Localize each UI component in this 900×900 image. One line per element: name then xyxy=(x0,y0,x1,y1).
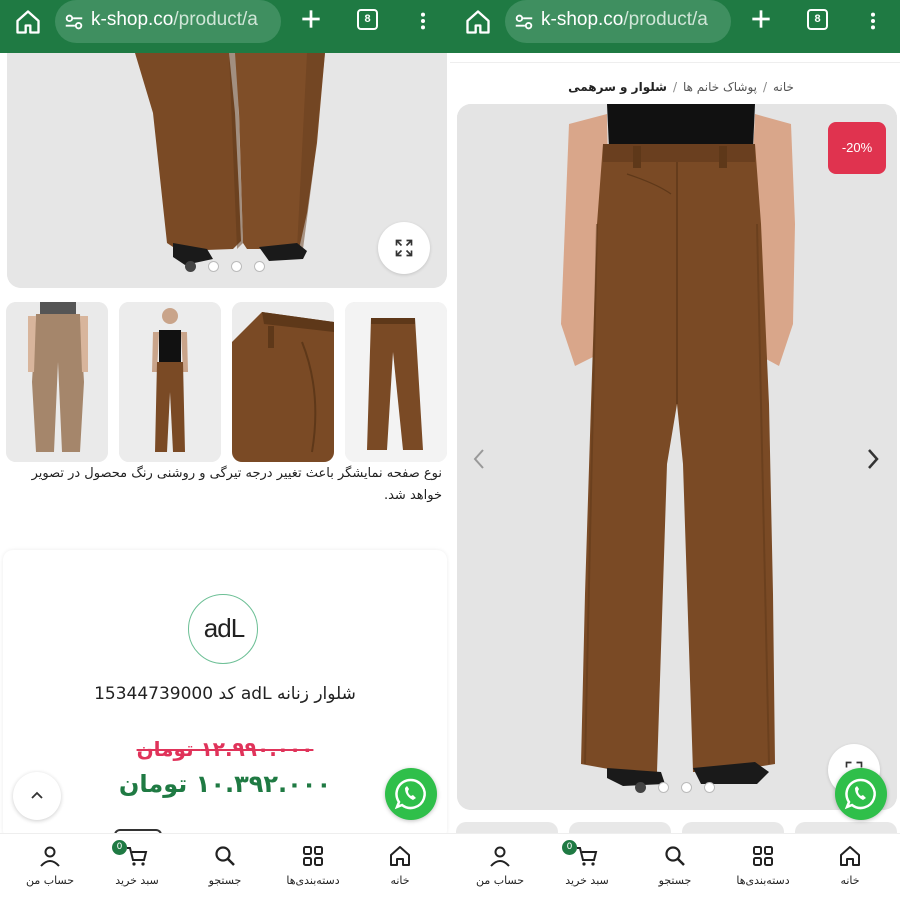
color-disclaimer-text: نوع صفحه نمایشگر باعث تغییر درجه تیرگی و… xyxy=(31,466,442,503)
browser-toolbar: k-shop.co/product/a 8 xyxy=(0,0,450,53)
user-icon xyxy=(490,846,510,867)
grid-icon xyxy=(303,846,323,866)
nav-categories[interactable]: دسته‌بندی‌ها xyxy=(268,834,358,900)
carousel-dot[interactable] xyxy=(231,261,242,272)
tab-switcher-button[interactable]: 8 xyxy=(357,9,378,30)
carousel-dot[interactable] xyxy=(681,782,692,793)
home-icon xyxy=(840,846,860,866)
tab-switcher-button[interactable]: 8 xyxy=(807,9,828,30)
cart-icon xyxy=(127,847,148,866)
whatsapp-button[interactable] xyxy=(835,768,887,820)
site-settings-icon[interactable] xyxy=(63,11,85,33)
more-menu-icon[interactable] xyxy=(412,8,434,34)
carousel-dots xyxy=(635,782,725,794)
carousel-dots xyxy=(185,261,275,273)
address-bar[interactable]: k-shop.co/product/a xyxy=(55,0,281,43)
breadcrumb-home[interactable]: خانه xyxy=(773,80,794,94)
thumbnail-image xyxy=(345,302,447,462)
home-icon[interactable] xyxy=(464,8,492,36)
product-main-image[interactable] xyxy=(7,53,447,288)
thumbnail[interactable] xyxy=(232,302,334,462)
user-icon xyxy=(40,846,60,867)
cart-count-badge: 0 xyxy=(562,840,577,855)
chevron-right-icon[interactable] xyxy=(863,444,883,474)
chevron-left-icon[interactable] xyxy=(469,444,489,474)
product-gallery[interactable]: -20% xyxy=(457,104,897,810)
right-screen: k-shop.co/product/a 8 خانه/پوشاک خانم ها… xyxy=(450,0,900,900)
nav-cart[interactable]: 0 سبد خرید xyxy=(92,834,182,900)
url-text: k-shop.co/product/a xyxy=(91,9,258,30)
breadcrumb: خانه/پوشاک خانم ها/شلوار و سرهمی xyxy=(568,80,794,94)
address-bar[interactable]: k-shop.co/product/a xyxy=(505,0,731,43)
home-icon[interactable] xyxy=(14,8,42,36)
carousel-dot[interactable] xyxy=(658,782,669,793)
carousel-dot[interactable] xyxy=(635,782,646,793)
search-icon xyxy=(665,846,685,866)
cart-count-badge: 0 xyxy=(112,840,127,855)
browser-toolbar: k-shop.co/product/a 8 xyxy=(450,0,900,53)
bottom-nav: حساب من 0 سبد خرید جستجو دسته‌بندی‌ها خا… xyxy=(0,833,450,900)
scroll-to-top-button[interactable] xyxy=(13,772,61,820)
home-icon xyxy=(390,846,410,866)
header-strip xyxy=(450,53,900,63)
zoom-button[interactable] xyxy=(378,222,430,274)
nav-categories[interactable]: دسته‌بندی‌ها xyxy=(718,834,808,900)
nav-home[interactable]: خانه xyxy=(355,834,445,900)
more-menu-icon[interactable] xyxy=(862,8,884,34)
new-tab-icon[interactable] xyxy=(748,6,774,32)
new-price: ۱۰.۳۹۲.۰۰۰ تومان xyxy=(118,770,332,798)
grid-icon xyxy=(753,846,773,866)
whatsapp-icon xyxy=(394,778,426,810)
nav-home[interactable]: خانه xyxy=(805,834,895,900)
site-settings-icon[interactable] xyxy=(513,11,535,33)
chevron-up-icon xyxy=(31,791,43,799)
breadcrumb-category[interactable]: پوشاک خانم ها xyxy=(683,80,757,94)
thumbnail-image xyxy=(232,302,334,462)
thumbnail[interactable] xyxy=(345,302,447,462)
nav-search[interactable]: جستجو xyxy=(630,834,720,900)
thumbnail[interactable] xyxy=(119,302,221,462)
whatsapp-icon xyxy=(844,778,876,810)
breadcrumb-current: شلوار و سرهمی xyxy=(568,80,667,94)
nav-cart[interactable]: 0 سبد خرید xyxy=(542,834,632,900)
left-screen: k-shop.co/product/a 8 نوع صفحه نمایشگر ب… xyxy=(0,0,450,900)
discount-badge: -20% xyxy=(828,122,886,174)
old-price: ۱۲.۹۹۰.۰۰۰ تومان xyxy=(136,737,314,761)
carousel-dot[interactable] xyxy=(704,782,715,793)
product-title: شلوار زنانه adL کد 15344739000 xyxy=(94,684,356,704)
thumbnail-image xyxy=(119,302,221,462)
nav-search[interactable]: جستجو xyxy=(180,834,270,900)
url-text: k-shop.co/product/a xyxy=(541,9,708,30)
new-tab-icon[interactable] xyxy=(298,6,324,32)
expand-icon xyxy=(395,239,413,257)
product-model-image xyxy=(457,104,897,810)
brand-logo[interactable]: adL xyxy=(188,594,258,664)
search-icon xyxy=(215,846,235,866)
bottom-nav: حساب من 0 سبد خرید جستجو دسته‌بندی‌ها خا… xyxy=(450,833,900,900)
thumbnail[interactable] xyxy=(6,302,108,462)
thumbnail-image xyxy=(6,302,108,462)
carousel-dot[interactable] xyxy=(185,261,196,272)
whatsapp-button[interactable] xyxy=(385,768,437,820)
nav-account[interactable]: حساب من xyxy=(5,834,95,900)
nav-account[interactable]: حساب من xyxy=(455,834,545,900)
cart-icon xyxy=(577,847,598,866)
carousel-dot[interactable] xyxy=(208,261,219,272)
carousel-dot[interactable] xyxy=(254,261,265,272)
